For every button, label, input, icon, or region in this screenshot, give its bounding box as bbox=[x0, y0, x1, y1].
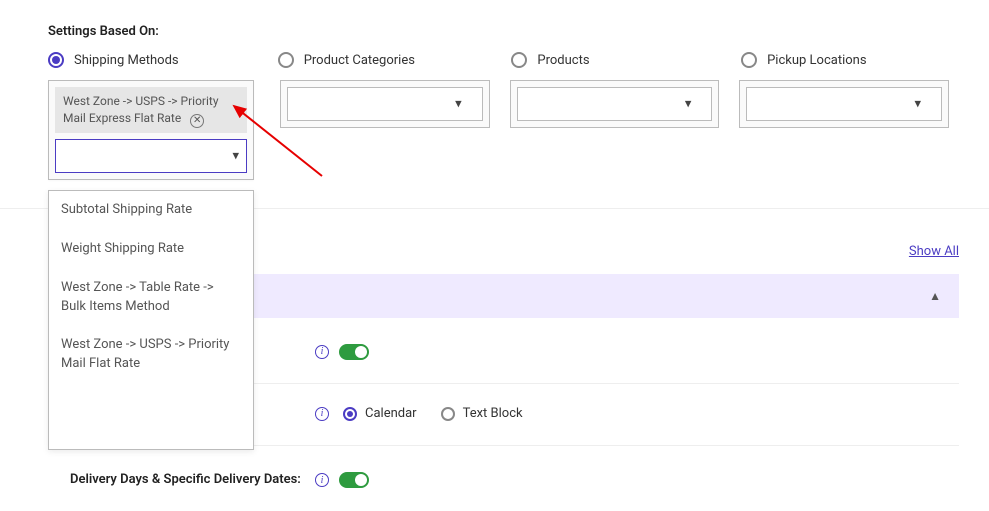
info-icon[interactable]: i bbox=[315, 407, 329, 421]
toggle-switch[interactable] bbox=[339, 472, 369, 488]
shipping-method-search-input[interactable] bbox=[55, 139, 247, 173]
radio-label: Products bbox=[537, 53, 589, 68]
settings-based-on-radios: Shipping Methods Product Categories Prod… bbox=[48, 52, 949, 68]
chevron-down-icon: ▾ bbox=[455, 97, 462, 112]
product-categories-select[interactable]: ▾ bbox=[280, 80, 490, 128]
radio-label: Shipping Methods bbox=[74, 53, 179, 68]
radio-label: Product Categories bbox=[304, 53, 415, 68]
radio-icon bbox=[278, 52, 294, 68]
dropdown-option[interactable]: Weight Shipping Rate bbox=[49, 230, 253, 269]
radio-icon bbox=[511, 52, 527, 68]
combo-wrapper: ▾ bbox=[55, 139, 247, 173]
page-title: Settings Based On: bbox=[48, 24, 159, 39]
selected-chip[interactable]: West Zone -> USPS -> Priority Mail Expre… bbox=[55, 87, 247, 133]
setting-row-delivery-days: Delivery Days & Specific Delivery Dates:… bbox=[70, 452, 959, 508]
radio-icon bbox=[48, 52, 64, 68]
radio-label: Pickup Locations bbox=[767, 53, 866, 68]
radio-icon bbox=[343, 407, 357, 421]
radio-icon bbox=[441, 407, 455, 421]
radio-textblock[interactable]: Text Block bbox=[441, 406, 523, 421]
chevron-down-icon: ▾ bbox=[914, 97, 921, 112]
radio-calendar[interactable]: Calendar bbox=[343, 406, 417, 421]
shipping-methods-selector: West Zone -> USPS -> Priority Mail Expre… bbox=[48, 80, 254, 180]
radio-label: Calendar bbox=[365, 406, 417, 421]
radio-product-categories[interactable]: Product Categories bbox=[278, 52, 512, 68]
radio-icon bbox=[741, 52, 757, 68]
toggle-switch[interactable] bbox=[339, 344, 369, 360]
info-icon[interactable]: i bbox=[315, 473, 329, 487]
radio-pickup-locations[interactable]: Pickup Locations bbox=[741, 52, 949, 68]
chevron-up-icon: ▲ bbox=[929, 289, 941, 303]
dropdown-option[interactable]: West Zone -> USPS -> Priority Mail Flat … bbox=[49, 326, 253, 384]
other-selectors: ▾ ▾ ▾ bbox=[280, 80, 949, 128]
radio-shipping-methods[interactable]: Shipping Methods bbox=[48, 52, 278, 68]
setting-label: Delivery Days & Specific Delivery Dates: bbox=[70, 471, 315, 489]
radio-products[interactable]: Products bbox=[511, 52, 741, 68]
radio-label: Text Block bbox=[463, 406, 523, 421]
show-all-link[interactable]: Show All bbox=[909, 244, 959, 259]
info-icon[interactable]: i bbox=[315, 345, 329, 359]
pickup-locations-select[interactable]: ▾ bbox=[739, 80, 949, 128]
dropdown-option[interactable]: Subtotal Shipping Rate bbox=[49, 191, 253, 230]
shipping-method-dropdown[interactable]: Subtotal Shipping Rate Weight Shipping R… bbox=[48, 190, 254, 450]
chevron-down-icon: ▾ bbox=[685, 97, 692, 112]
dropdown-option[interactable]: West Zone -> Table Rate -> Bulk Items Me… bbox=[49, 269, 253, 327]
remove-chip-icon[interactable]: ✕ bbox=[190, 114, 204, 128]
products-select[interactable]: ▾ bbox=[510, 80, 720, 128]
